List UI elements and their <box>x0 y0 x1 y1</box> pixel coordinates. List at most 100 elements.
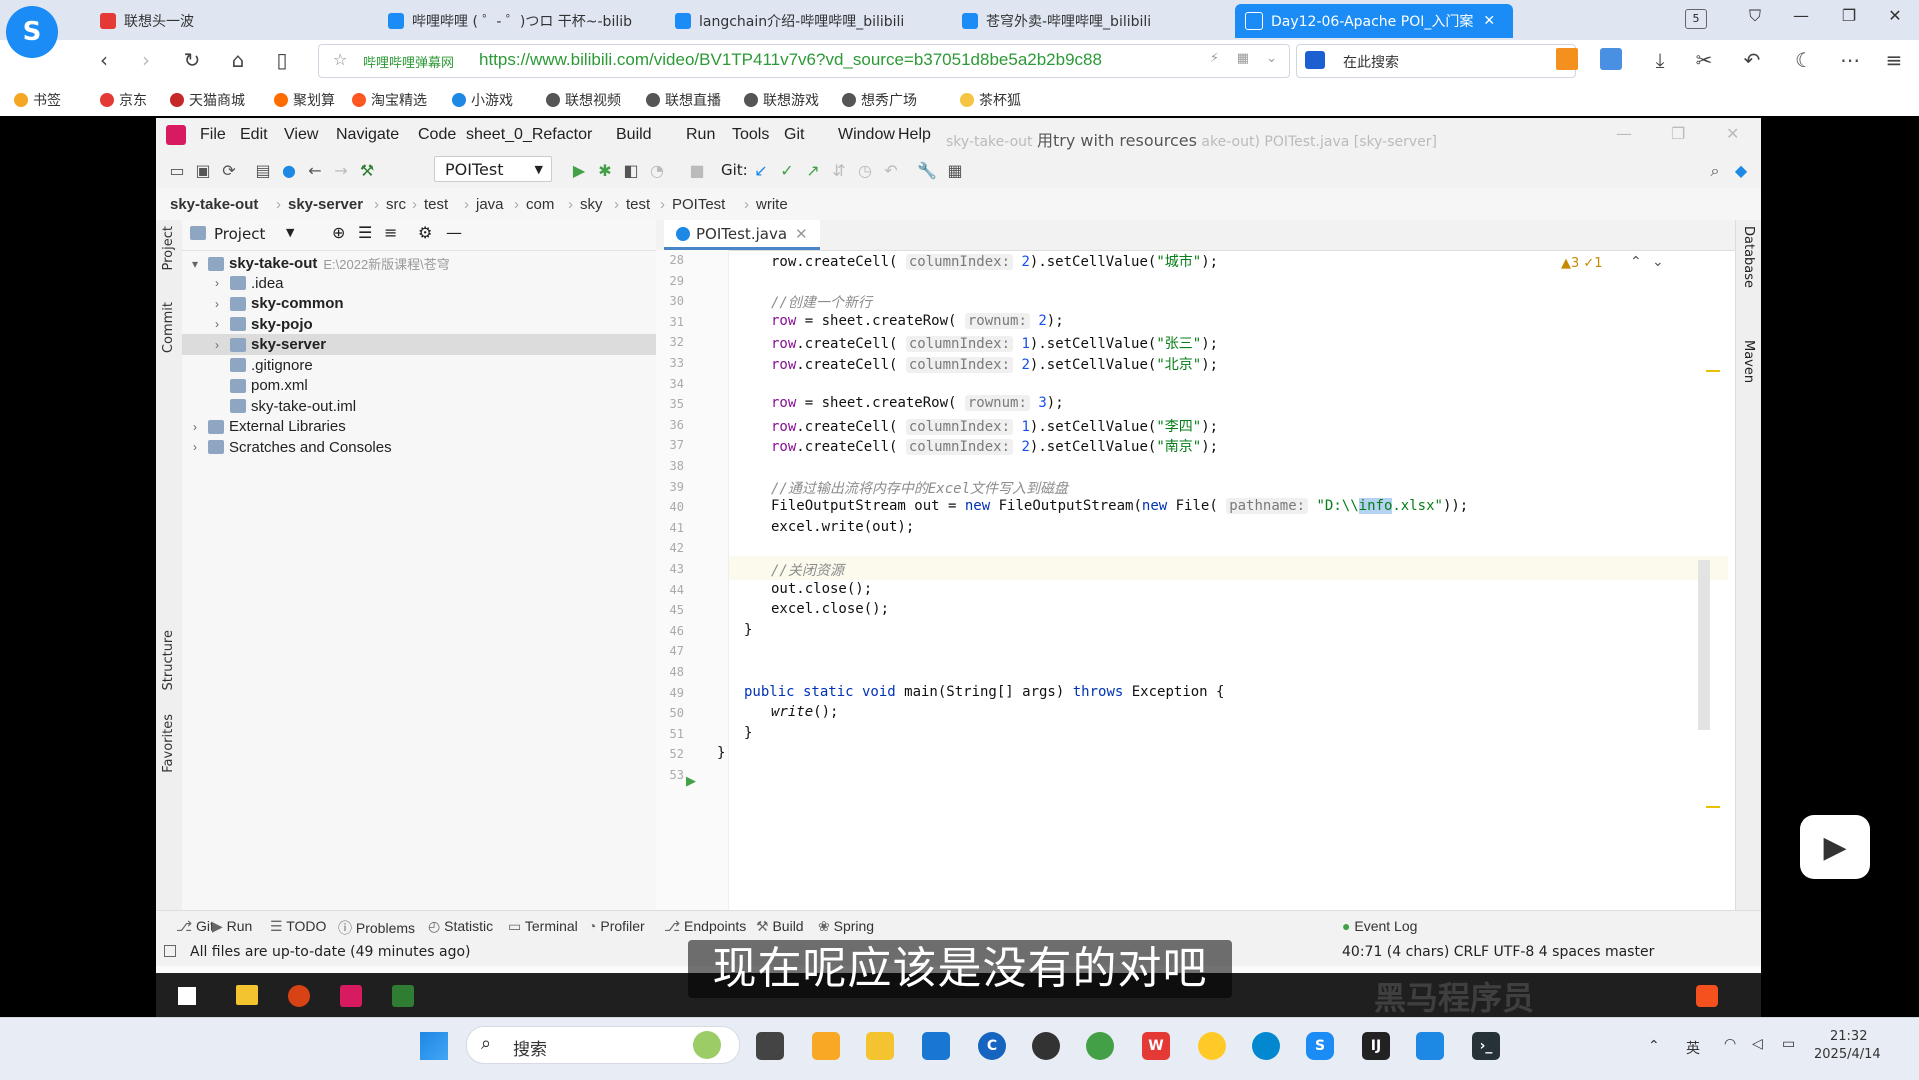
status-info[interactable]: 40:71 (4 chars) CRLF UTF-8 4 spaces mast… <box>1342 944 1654 960</box>
breadcrumb-item[interactable]: test <box>626 196 650 213</box>
home-icon[interactable]: ⌂ <box>224 48 252 72</box>
maven-tool-tab[interactable]: Maven <box>1741 340 1756 383</box>
code-line[interactable]: FileOutputStream out = new FileOutputStr… <box>771 498 1468 515</box>
code-editor[interactable]: POITest.java ✕ 28 29 30 31 32 33 34 35 36 37 38 39 4… <box>656 220 1735 910</box>
breadcrumb-item[interactable]: test <box>424 196 448 213</box>
expand-arrow-icon[interactable]: › <box>210 317 224 331</box>
breadcrumb-item[interactable]: sky-server <box>288 196 363 213</box>
bookmark-item[interactable]: 京东 <box>100 90 147 110</box>
code-line[interactable]: public static void main(String[] args) t… <box>744 684 1224 700</box>
nav-back-icon[interactable]: ← <box>304 161 326 180</box>
qr-icon[interactable]: ▦ <box>1237 51 1249 66</box>
menu-item[interactable]: Window <box>838 126 895 144</box>
tool-window-tab[interactable]: ❀ Spring <box>818 918 874 935</box>
bookmark-item[interactable]: 茶杯狐 <box>960 90 1021 110</box>
code-line[interactable]: //关闭资源 <box>771 560 844 580</box>
project-tree-item[interactable]: › External Libraries <box>188 418 346 435</box>
run-icon[interactable]: ▶ <box>568 161 590 180</box>
warning-stripe-mark[interactable] <box>1706 806 1720 808</box>
browser-tab[interactable]: 苍穹外卖-哔哩哔哩_bilibili <box>952 4 1222 38</box>
refresh-icon[interactable]: ↻ <box>178 48 206 72</box>
breadcrumb-item[interactable]: com <box>526 196 554 213</box>
moon-icon[interactable]: ☾ <box>1790 48 1818 72</box>
open-icon[interactable]: ▭ <box>166 161 188 180</box>
database-tool-tab[interactable]: Database <box>1741 226 1756 288</box>
menu-icon[interactable]: ≡ <box>1880 48 1908 72</box>
code-line[interactable]: row.createCell( columnIndex: 1).setCellV… <box>771 333 1218 353</box>
profile-icon[interactable]: ◔ <box>646 161 668 180</box>
bear-app-icon[interactable] <box>1198 1032 1226 1060</box>
file-explorer-icon[interactable] <box>866 1032 894 1060</box>
breadcrumb-item[interactable]: sky <box>580 196 603 213</box>
address-bar[interactable]: ☆ 哔哩哔哩弹幕网 https://www.bilibili.com/video… <box>318 44 1290 78</box>
debug-icon[interactable]: ✱ <box>594 161 616 180</box>
tool-window-tab[interactable]: ⎇ Endpoints <box>664 918 746 935</box>
browser-tab[interactable]: langchain介绍-哔哩哔哩_bilibili <box>665 4 935 38</box>
lenovo-icon[interactable]: C <box>978 1032 1006 1060</box>
nav-forward-icon[interactable]: → <box>330 161 352 180</box>
extension-orange-icon[interactable] <box>1556 48 1578 70</box>
expand-arrow-icon[interactable]: › <box>188 440 202 454</box>
browser-taskbar-icon[interactable]: S <box>1306 1032 1334 1060</box>
menu-item[interactable]: Build <box>616 126 652 144</box>
plugin-icon[interactable]: ◆ <box>1730 161 1752 180</box>
code-line[interactable]: row.createCell( columnIndex: 2).setCellV… <box>771 354 1218 374</box>
browser-tab[interactable]: 哔哩哔哩 ( ゜- ゜)つロ 干杯~-bilib <box>378 4 648 38</box>
tool-window-tab[interactable]: ▶ Run <box>212 918 252 935</box>
terminal-icon[interactable]: ›_ <box>1472 1032 1500 1060</box>
structure-tool-tab[interactable]: Structure <box>161 630 176 690</box>
breadcrumb-item[interactable]: java <box>476 196 504 213</box>
browser-tab[interactable]: 联想头一波 <box>90 4 360 38</box>
back-icon[interactable]: ‹ <box>90 48 118 72</box>
code-line[interactable]: } <box>744 725 752 741</box>
project-tool-tab[interactable]: Project <box>161 226 176 270</box>
coverage-icon[interactable]: ◧ <box>620 161 642 180</box>
status-toggle-icon[interactable] <box>164 945 176 957</box>
shirt-skin-icon[interactable]: ⛉ <box>1740 6 1770 26</box>
browser-logo-icon[interactable]: S <box>6 6 58 58</box>
folder-icon[interactable]: ▤ <box>252 161 274 180</box>
git-push-icon[interactable]: ↗ <box>802 161 824 180</box>
class-icon[interactable]: ● <box>278 161 300 180</box>
ide-restore-button[interactable]: ❐ <box>1671 124 1685 143</box>
menu-item[interactable]: Tools <box>732 126 769 144</box>
project-view-selector[interactable]: Project <box>214 225 265 243</box>
project-tree-item[interactable]: › .idea <box>210 275 284 292</box>
menu-item[interactable]: sheet_0_Refactor <box>466 126 592 144</box>
expand-all-icon[interactable]: ☰ <box>358 223 372 242</box>
project-structure-icon[interactable]: ▦ <box>944 161 966 180</box>
save-icon[interactable]: ▣ <box>192 161 214 180</box>
bookmark-item[interactable]: 想秀广场 <box>842 90 917 110</box>
close-window-button[interactable]: ✕ <box>1880 6 1910 25</box>
clock-date[interactable]: 2025/4/14 <box>1814 1047 1881 1062</box>
expand-arrow-icon[interactable]: › <box>210 297 224 311</box>
locate-icon[interactable]: ⊕ <box>332 223 345 242</box>
code-line[interactable]: excel.close(); <box>771 601 889 617</box>
expand-arrow-icon[interactable]: › <box>210 338 224 352</box>
lightning-icon[interactable]: ⚡ <box>1210 51 1219 66</box>
close-tab-icon[interactable]: ✕ <box>795 220 808 248</box>
menu-item[interactable]: Run <box>686 126 715 144</box>
menu-item[interactable]: File <box>200 126 226 144</box>
task-view-icon[interactable] <box>756 1032 784 1060</box>
breadcrumb-item[interactable]: write <box>756 196 788 213</box>
vscode-icon[interactable] <box>1416 1032 1444 1060</box>
tool-window-tab[interactable]: ☰ TODO <box>270 918 326 935</box>
taskbar-search-input[interactable]: 搜索 <box>513 1035 547 1060</box>
tool-window-tab[interactable]: ◔ Profiler <box>588 918 645 934</box>
widget-icon[interactable] <box>812 1032 840 1060</box>
wifi-icon[interactable]: ◠ <box>1724 1036 1736 1052</box>
ide-search-icon[interactable]: ⌕ <box>1704 161 1726 181</box>
intellij-taskbar-icon[interactable]: IJ <box>1362 1032 1390 1060</box>
chevron-down-icon[interactable]: ⌄ <box>1652 254 1664 270</box>
bookmark-item[interactable]: 淘宝精选 <box>352 90 427 110</box>
commit-tool-tab[interactable]: Commit <box>161 302 176 353</box>
expand-arrow-icon[interactable]: › <box>188 420 202 434</box>
run-config-select[interactable]: POITest ▼ <box>434 156 552 182</box>
scissors-icon[interactable]: ✂ <box>1690 48 1718 72</box>
code-line[interactable]: row.createCell( columnIndex: 2).setCellV… <box>771 436 1218 456</box>
chevron-down-icon[interactable]: ⌄ <box>1266 51 1277 66</box>
code-line[interactable]: row.createCell( columnIndex: 2).setCellV… <box>771 251 1218 271</box>
menu-item[interactable]: Help <box>898 126 931 144</box>
send-icon[interactable] <box>1600 48 1622 70</box>
